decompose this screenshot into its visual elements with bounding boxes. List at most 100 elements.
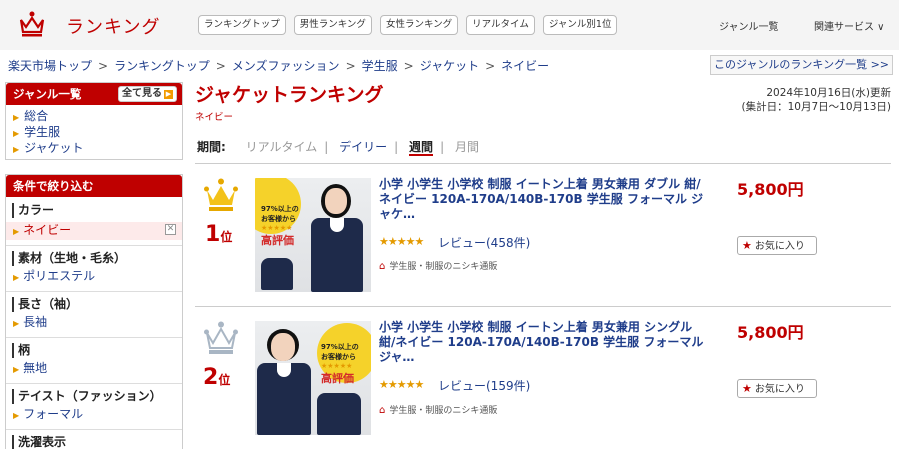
silver-crown-icon xyxy=(204,321,238,354)
breadcrumb-ranking-top[interactable]: ランキングトップ xyxy=(114,59,210,73)
filter-panel: 条件で絞り込む カラー ▶ ネイビー ✕ 素材（生地・毛糸） ▶ ポリエステル 長さ（… xyxy=(5,174,183,449)
filter-groups: カラー ▶ ネイビー ✕ 素材（生地・毛糸） ▶ ポリエステル 長さ（袖） ▶ 長袖 柄… xyxy=(6,197,182,449)
rank-number: 2 xyxy=(203,365,219,390)
jacket-thumbnail xyxy=(317,393,361,435)
breadcrumb-navy[interactable]: ネイビー xyxy=(501,59,549,73)
price-2: 5,800円 xyxy=(737,323,804,342)
review-link-2[interactable]: レビュー(159件) xyxy=(438,377,530,394)
filter-group-taste: テイスト（ファッション） ▶ フォーマル xyxy=(6,389,182,424)
filter-value-label: 長袖 xyxy=(23,315,48,329)
divider xyxy=(6,291,182,292)
period-daily[interactable]: デイリー xyxy=(339,140,387,154)
favorite-button-1[interactable]: ★ お気に入り xyxy=(737,236,817,255)
rank-suffix: 位 xyxy=(220,230,233,244)
breadcrumb: 楽天市場トップ > ランキングトップ > メンズファッション > 学生服 > ジャケット > ネイビ… xyxy=(8,57,549,74)
product-image-2[interactable]: 97%以上の お客様から ★★★★★ 高評価 xyxy=(255,321,371,435)
badge-percent-text: 97%以上の xyxy=(321,343,359,351)
divider xyxy=(6,245,182,246)
breadcrumb-school-uniform[interactable]: 学生服 xyxy=(362,59,398,73)
tab-male-ranking[interactable]: 男性ランキング xyxy=(293,15,372,35)
genre-item-overall[interactable]: ▶ 総合 xyxy=(6,109,182,125)
tab-female-ranking[interactable]: 女性ランキング xyxy=(379,15,459,35)
badge-main-text: 高評価 xyxy=(261,234,294,247)
filter-label: 洗濯表示 xyxy=(12,435,182,449)
breadcrumb-separator: > xyxy=(345,59,356,73)
divider xyxy=(6,429,182,430)
filter-group-sleeve: 長さ（袖） ▶ 長袖 xyxy=(6,297,182,332)
shop-link-2[interactable]: ⌂ 学生服・制服のニシキ通販 xyxy=(379,403,497,416)
product-title-1[interactable]: 小学 小学生 小学校 制服 イートン上着 男女兼用 ダブル 紺/ネイビー 120… xyxy=(379,177,709,222)
rating-stars: ★★★★★ xyxy=(379,378,424,391)
model-face xyxy=(325,188,347,214)
badge-line2-text: お客様から xyxy=(321,353,356,361)
price-1: 5,800円 xyxy=(737,180,804,199)
period-separator: | xyxy=(394,140,399,154)
period-range: (集計日：10月7日〜10月13日) xyxy=(741,101,891,113)
filter-value-polyester[interactable]: ▶ ポリエステル xyxy=(6,268,182,286)
favorite-label: お気に入り xyxy=(754,241,805,252)
filter-label: テイスト（ファッション） xyxy=(12,389,182,404)
shop-name: 学生服・制服のニシキ通販 xyxy=(389,406,498,416)
period-separator: | xyxy=(324,140,329,154)
triangle-bullet-icon: ▶ xyxy=(13,129,20,138)
breadcrumb-separator: > xyxy=(403,59,414,73)
breadcrumb-rakuten-top[interactable]: 楽天市場トップ xyxy=(8,59,92,73)
genre-list-link[interactable]: ジャンル一覧 xyxy=(719,18,779,33)
tab-genre-first[interactable]: ジャンル別1位 xyxy=(542,15,618,35)
ranking-nav-tabs: ランキングトップ 男性ランキング 女性ランキング リアルタイム ジャンル別1位 xyxy=(198,15,618,35)
period-realtime[interactable]: リアルタイム xyxy=(246,140,318,154)
product-image-1[interactable]: 97%以上の お客様から ★★★★★ 高評価 xyxy=(255,178,371,292)
shop-home-icon: ⌂ xyxy=(379,261,386,272)
logo-text[interactable]: ランキング xyxy=(66,13,160,39)
updated-date: 2024年10月16日(水)更新 xyxy=(766,87,891,99)
genre-list-panel: ジャンル一覧 全て見る ▶ ▶ 総合 ▶ 学生服 ▶ ジャケット xyxy=(5,82,183,160)
shop-link-1[interactable]: ⌂ 学生服・制服のニシキ通販 xyxy=(379,259,497,272)
divider xyxy=(195,306,891,307)
period-monthly: 月間 xyxy=(454,140,479,154)
genre-item-label: ジャケット xyxy=(24,141,84,155)
genre-item-school-uniform[interactable]: ▶ 学生服 xyxy=(6,125,182,141)
crown-logo-icon[interactable] xyxy=(18,10,46,38)
page-title: ジャケットランキング xyxy=(195,84,384,106)
related-services-menu[interactable]: 関連サービス ∨ xyxy=(814,18,885,33)
favorite-label: お気に入り xyxy=(754,384,805,395)
tab-realtime[interactable]: リアルタイム xyxy=(466,15,535,35)
badge-percent-text: 97%以上の xyxy=(261,205,299,213)
filter-group-care-label: 洗濯表示 xyxy=(6,435,182,449)
period-weekly-selected[interactable]: 週間 xyxy=(409,140,434,156)
filter-value-navy-selected[interactable]: ▶ ネイビー ✕ xyxy=(6,222,182,240)
shop-name: 学生服・制服のニシキ通販 xyxy=(389,262,498,272)
filter-value-formal[interactable]: ▶ フォーマル xyxy=(6,406,182,424)
rank-suffix: 位 xyxy=(218,373,231,387)
genre-items: ▶ 総合 ▶ 学生服 ▶ ジャケット xyxy=(6,105,182,157)
favorite-star-icon: ★ xyxy=(742,239,752,252)
genre-item-jacket[interactable]: ▶ ジャケット xyxy=(6,141,182,157)
clear-filter-icon[interactable]: ✕ xyxy=(165,224,176,235)
breadcrumb-jacket[interactable]: ジャケット xyxy=(420,59,479,73)
filter-group-pattern: 柄 ▶ 無地 xyxy=(6,343,182,378)
see-all-label: 全て見る xyxy=(122,88,162,99)
filter-label: 長さ（袖） xyxy=(12,297,182,312)
jacket-thumbnail xyxy=(261,258,293,290)
filter-group-material: 素材（生地・毛糸） ▶ ポリエステル xyxy=(6,251,182,286)
arrow-right-icon: ▶ xyxy=(164,90,173,99)
favorite-button-2[interactable]: ★ お気に入り xyxy=(737,379,817,398)
triangle-bullet-icon: ▶ xyxy=(13,273,20,282)
product-title-2[interactable]: 小学 小学生 小学校 制服 イートン上着 男女兼用 シングル 紺/ネイビー 12… xyxy=(379,320,709,365)
filter-value-long-sleeve[interactable]: ▶ 長袖 xyxy=(6,314,182,332)
triangle-bullet-icon: ▶ xyxy=(13,411,20,420)
divider xyxy=(6,383,182,384)
triangle-bullet-icon: ▶ xyxy=(13,365,20,374)
breadcrumb-mens-fashion[interactable]: メンズファッション xyxy=(232,59,340,73)
genre-item-label: 学生服 xyxy=(24,125,61,139)
review-link-1[interactable]: レビュー(458件) xyxy=(438,234,530,251)
rating-stars: ★★★★★ xyxy=(379,235,424,248)
period-selector: 期間: リアルタイム | デイリー | 週間 | 月間 xyxy=(197,138,479,156)
update-info: 2024年10月16日(水)更新 (集計日：10月7日〜10月13日) xyxy=(742,86,891,114)
filter-value-plain[interactable]: ▶ 無地 xyxy=(6,360,182,378)
tab-ranking-top[interactable]: ランキングトップ xyxy=(198,15,286,35)
genre-ranking-list-link[interactable]: このジャンルのランキング一覧 >> xyxy=(710,55,893,75)
gold-crown-icon xyxy=(204,178,238,211)
filter-value-label: フォーマル xyxy=(23,407,84,421)
see-all-button[interactable]: 全て見る ▶ xyxy=(118,86,177,102)
